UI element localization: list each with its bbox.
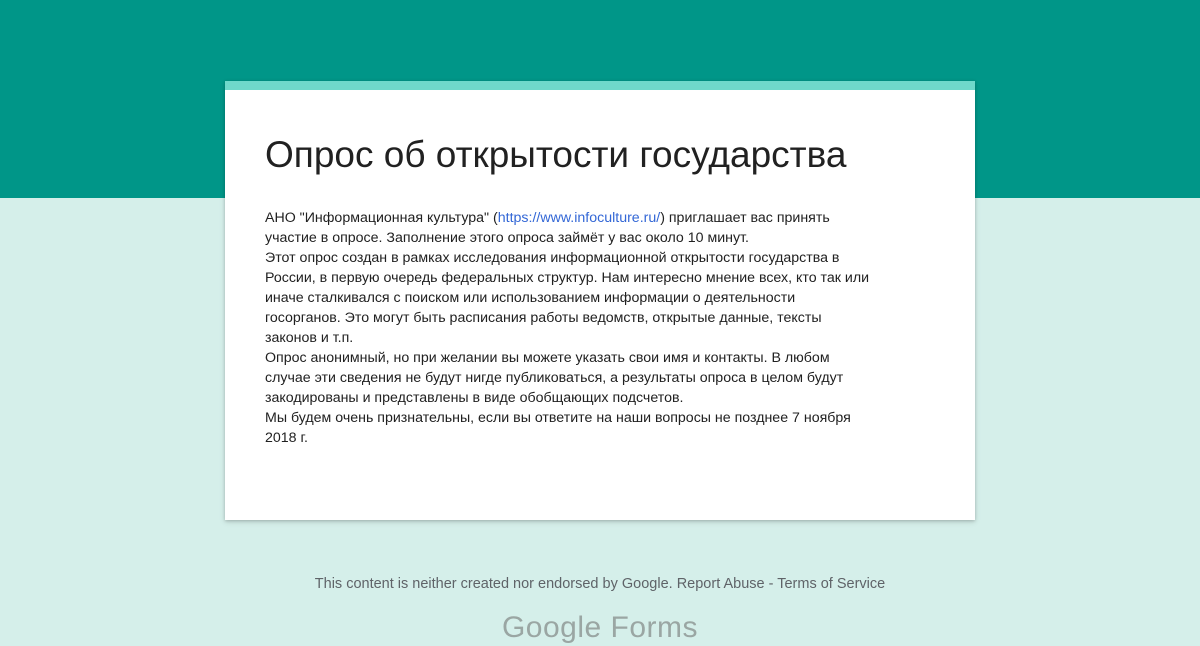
infoculture-link[interactable]: https://www.infoculture.ru/	[498, 210, 660, 226]
form-title: Опрос об открытости государства	[265, 134, 847, 175]
footer-disclaimer: This content is neither created nor endo…	[0, 574, 1200, 594]
google-forms-logo: Google Forms	[501, 611, 699, 644]
description-line: госорганов. Это могут быть расписания ра…	[265, 310, 822, 326]
report-abuse-link[interactable]: Report Abuse	[677, 576, 765, 592]
description-line: Мы будем очень признательны, если вы отв…	[265, 410, 851, 426]
terms-of-service-link[interactable]: Terms of Service	[777, 576, 885, 592]
disclaimer-text: This content is neither created nor endo…	[314, 576, 673, 592]
card-accent-bar	[225, 81, 975, 90]
form-card: Опрос об открытости государства АНО "Инф…	[225, 81, 975, 520]
description-line: России, в первую очередь федеральных стр…	[265, 270, 870, 286]
form-description: АНО "Информационная культура" (https://w…	[265, 208, 935, 448]
footer-separator: -	[768, 576, 774, 592]
description-line: случае эти сведения не будут нигде публи…	[265, 370, 844, 386]
description-line: иначе сталкивался с поиском или использо…	[265, 290, 796, 306]
description-line: законов и т.п.	[265, 330, 354, 346]
description-line: 2018 г.	[265, 430, 308, 446]
description-line: участие в опросе. Заполнение этого опрос…	[265, 230, 749, 246]
description-line: Опрос анонимный, но при желании вы может…	[265, 350, 830, 366]
description-line: Этот опрос создан в рамках исследования …	[265, 250, 840, 266]
description-line: АНО "Информационная культура" (https://w…	[265, 210, 830, 226]
description-line: закодированы и представлены в виде обобщ…	[265, 390, 684, 406]
